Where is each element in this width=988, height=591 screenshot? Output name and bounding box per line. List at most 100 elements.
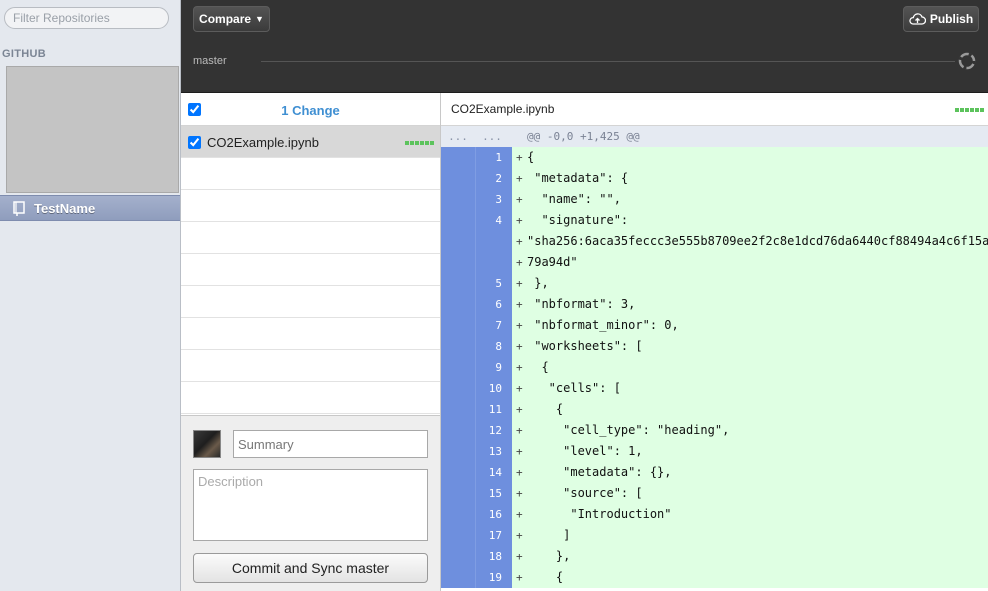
empty-row: [181, 286, 440, 318]
added-marker: +: [516, 235, 523, 248]
compare-label: Compare: [199, 12, 252, 26]
diff-line-text: "cells": [: [527, 381, 621, 395]
new-line-number: [475, 252, 512, 273]
diff-line: + "sha256:6aca35feccc3e555b8709ee2f2c8e1d…: [441, 231, 988, 252]
added-marker: +: [516, 256, 523, 269]
added-marker: +: [516, 193, 523, 206]
publish-button[interactable]: Publish: [903, 6, 979, 32]
changed-file-name: CO2Example.ipynb: [207, 135, 319, 150]
added-marker: +: [516, 382, 523, 395]
old-line-gutter: [441, 294, 475, 315]
new-line-number: 10: [475, 378, 512, 399]
added-marker: +: [516, 445, 523, 458]
commit-panel: Commit and Sync master: [181, 415, 441, 591]
diff-line: 3 + "name": "",: [441, 189, 988, 210]
diff-lines: 1 + {2 + "metadata": {3 + "name": "", 4 + "sig…: [441, 147, 988, 588]
added-line-bg: [512, 273, 988, 294]
hunk-new-expander[interactable]: ...: [477, 130, 507, 143]
old-line-gutter: [441, 357, 475, 378]
diff-line-text: "Introduction": [527, 507, 672, 521]
top-toolbar: Compare ▼ Publish master: [181, 0, 988, 93]
added-marker: +: [516, 151, 523, 164]
old-line-gutter: [441, 525, 475, 546]
old-line-gutter: [441, 567, 475, 588]
diff-line-text: "metadata": {: [527, 171, 629, 185]
new-line-number: 2: [475, 168, 512, 189]
diff-line-text: {: [527, 402, 564, 416]
added-line-bg: [512, 567, 988, 588]
hunk-header-row[interactable]: ... ... @@ -0,0 +1,425 @@: [441, 126, 988, 147]
filter-repositories-input[interactable]: [4, 7, 169, 29]
diff-line: +79a94d": [441, 252, 988, 273]
old-line-gutter: [441, 273, 475, 294]
compare-button[interactable]: Compare ▼: [193, 6, 270, 32]
branch-timeline: [261, 61, 955, 62]
old-line-gutter: [441, 483, 475, 504]
new-line-number: 19: [475, 567, 512, 588]
added-marker: +: [516, 529, 523, 542]
diff-line-text: "source": [: [527, 486, 643, 500]
added-marker: +: [516, 487, 523, 500]
new-line-number: 12: [475, 420, 512, 441]
diff-line-text: "metadata": {},: [527, 465, 672, 479]
added-line-bg: [512, 252, 988, 273]
added-line-bg: [512, 399, 988, 420]
diff-line-text: {: [527, 360, 549, 374]
diff-line-text: "worksheets": [: [527, 339, 643, 353]
added-marker: +: [516, 172, 523, 185]
diff-panel: CO2Example.ipynb ... ... @@ -0,0 +1,425 …: [441, 93, 988, 591]
diff-line-text: "signature":: [527, 213, 629, 227]
description-textarea[interactable]: [193, 469, 428, 541]
hunk-header: @@ -0,0 +1,425 @@: [527, 130, 640, 143]
diff-file-name: CO2Example.ipynb: [451, 102, 555, 116]
added-marker: +: [516, 550, 523, 563]
changed-file-row[interactable]: CO2Example.ipynb: [181, 126, 440, 158]
empty-row: [181, 222, 440, 254]
old-line-gutter: [441, 315, 475, 336]
old-line-gutter: [441, 546, 475, 567]
diff-line-text: },: [527, 549, 571, 563]
diff-line: 2 + "metadata": {: [441, 168, 988, 189]
added-marker: +: [516, 571, 523, 584]
file-checkbox[interactable]: [188, 136, 201, 149]
diff-line: 1 + {: [441, 147, 988, 168]
new-line-number: 15: [475, 483, 512, 504]
avatar: [193, 430, 221, 458]
old-line-gutter: [441, 399, 475, 420]
repo-item-testname[interactable]: TestName: [0, 195, 180, 221]
diff-line: 9 + {: [441, 357, 988, 378]
diff-line-text: "nbformat_minor": 0,: [527, 318, 679, 332]
summary-input[interactable]: [233, 430, 428, 458]
sync-circle-icon[interactable]: [957, 51, 977, 71]
chevron-down-icon: ▼: [255, 14, 264, 24]
github-account-panel: [6, 66, 179, 193]
added-line-bg: [512, 147, 988, 168]
added-marker: +: [516, 403, 523, 416]
diff-line-text: "nbformat": 3,: [527, 297, 636, 311]
cloud-upload-icon: [909, 13, 926, 25]
diff-line: 19 + {: [441, 567, 988, 588]
repo-name-label: TestName: [34, 200, 96, 216]
diff-line-text: "name": "",: [527, 192, 621, 206]
commit-and-sync-button[interactable]: Commit and Sync master: [193, 553, 428, 583]
diff-line: 13 + "level": 1,: [441, 441, 988, 462]
new-line-number: 13: [475, 441, 512, 462]
hunk-old-expander[interactable]: ...: [443, 130, 473, 143]
change-count: 1 Change: [281, 103, 340, 118]
diff-header: CO2Example.ipynb: [441, 93, 988, 126]
old-line-gutter: [441, 231, 475, 252]
diff-line: 8 + "worksheets": [: [441, 336, 988, 357]
diff-line: 14 + "metadata": {},: [441, 462, 988, 483]
diff-line-text: {: [527, 570, 564, 584]
diff-line: 12 + "cell_type": "heading",: [441, 420, 988, 441]
publish-label: Publish: [929, 12, 974, 26]
new-line-number: 17: [475, 525, 512, 546]
empty-row: [181, 254, 440, 286]
new-line-number: 14: [475, 462, 512, 483]
github-section-header: GITHUB: [2, 48, 46, 60]
old-line-gutter: [441, 441, 475, 462]
diff-line: 16 + "Introduction": [441, 504, 988, 525]
added-marker: +: [516, 319, 523, 332]
repo-book-icon: [13, 200, 25, 216]
new-line-number: [475, 231, 512, 252]
